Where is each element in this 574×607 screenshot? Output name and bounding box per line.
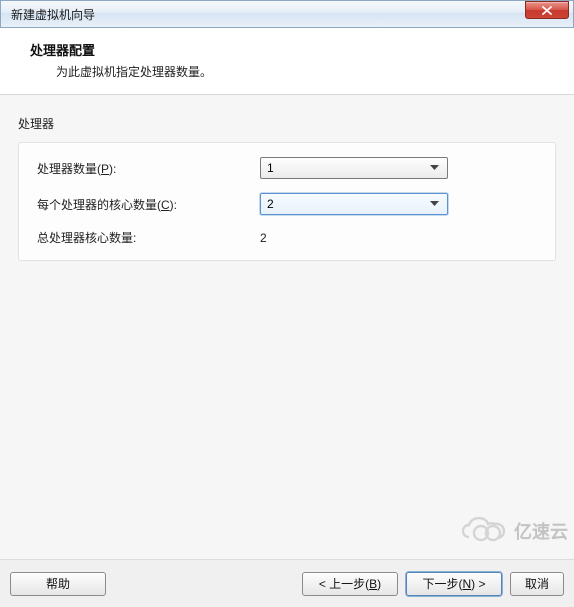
chevron-down-icon [426, 158, 443, 178]
help-button[interactable]: 帮助 [10, 572, 106, 596]
select-cores-per-processor[interactable]: 2 [260, 193, 448, 215]
row-total-cores: 总处理器核心数量: 2 [35, 229, 539, 246]
titlebar: 新建虚拟机向导 [0, 0, 574, 28]
button-bar: 帮助 < 上一步(B) 下一步(N) > 取消 [0, 559, 574, 607]
close-icon [542, 6, 552, 15]
chevron-down-icon [426, 194, 443, 214]
processors-group: 处理器数量(P): 1 每个处理器的核心数量(C): 2 总处理器核心数量: [18, 142, 556, 261]
select-processor-count[interactable]: 1 [260, 157, 448, 179]
content-area: 处理器 处理器数量(P): 1 每个处理器的核心数量(C): 2 [0, 95, 574, 560]
label-total-cores: 总处理器核心数量: [35, 229, 260, 246]
window-title: 新建虚拟机向导 [11, 6, 95, 23]
value-total-cores: 2 [260, 231, 267, 245]
select-cores-per-processor-value: 2 [267, 197, 274, 211]
cancel-button[interactable]: 取消 [510, 572, 564, 596]
back-button[interactable]: < 上一步(B) [302, 572, 398, 596]
next-button[interactable]: 下一步(N) > [406, 572, 502, 596]
row-cores-per-processor: 每个处理器的核心数量(C): 2 [35, 193, 539, 215]
group-label-processors: 处理器 [18, 115, 556, 132]
page-title: 处理器配置 [30, 40, 558, 59]
label-cores-per-processor: 每个处理器的核心数量(C): [35, 196, 260, 213]
page-subtitle: 为此虚拟机指定处理器数量。 [30, 63, 558, 80]
label-processor-count: 处理器数量(P): [35, 160, 260, 177]
row-processor-count: 处理器数量(P): 1 [35, 157, 539, 179]
close-button[interactable] [525, 1, 569, 19]
select-processor-count-value: 1 [267, 161, 274, 175]
wizard-header: 处理器配置 为此虚拟机指定处理器数量。 [0, 28, 574, 95]
